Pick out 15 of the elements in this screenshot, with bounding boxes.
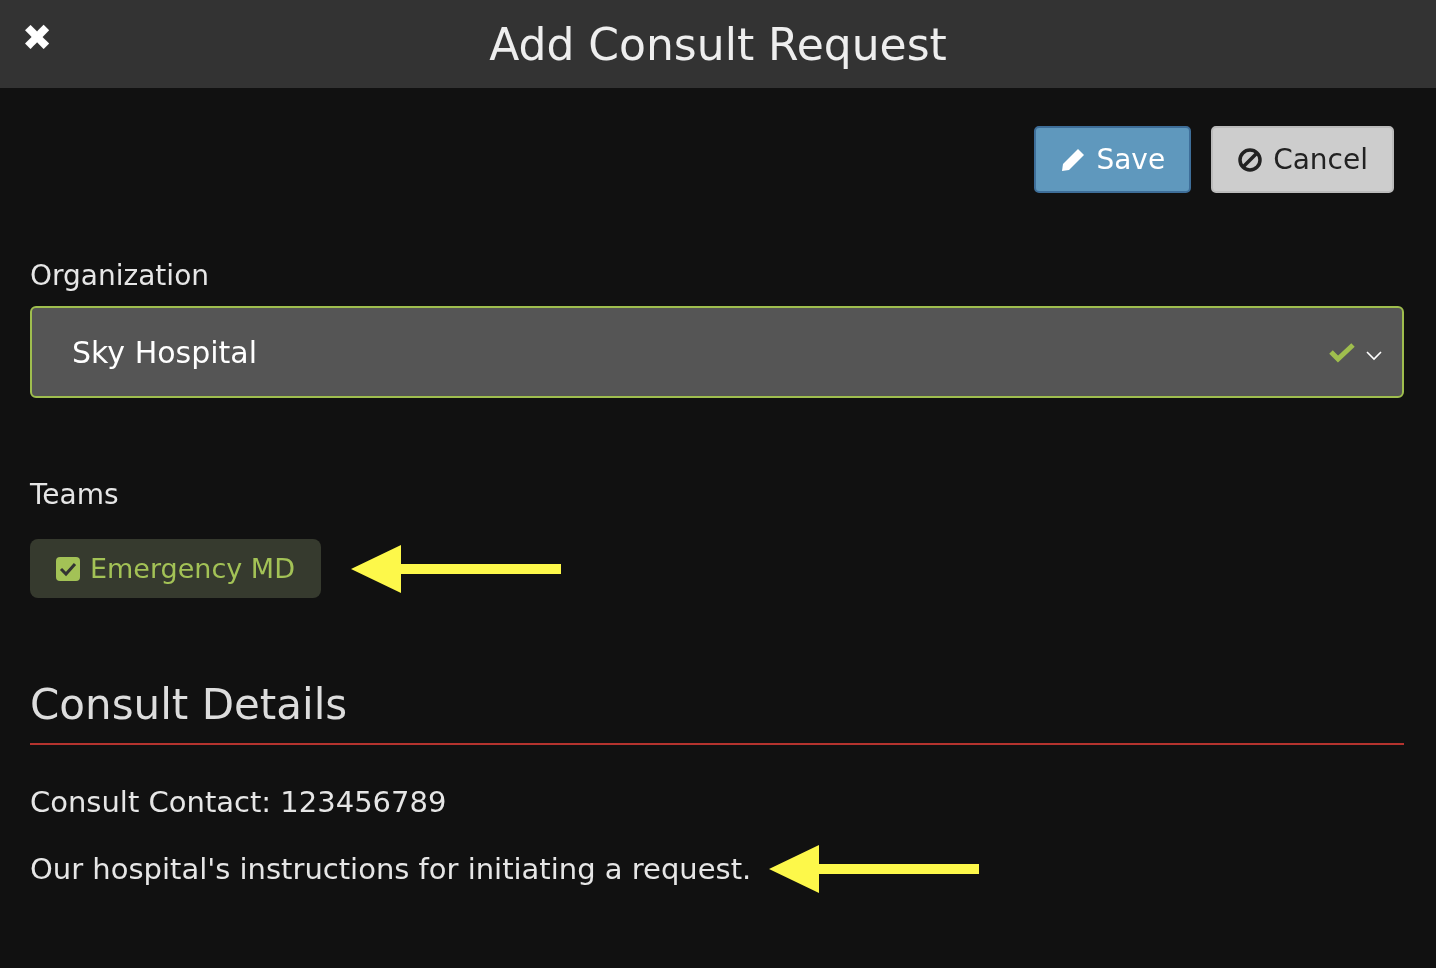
field-label: Teams — [30, 478, 120, 511]
check-icon — [1328, 341, 1356, 363]
ban-icon — [1237, 146, 1264, 173]
cancel-button[interactable]: Cancel — [1211, 126, 1394, 193]
team-toggle[interactable]: Emergency MD — [30, 539, 321, 598]
pencil-icon — [1060, 146, 1087, 173]
close-button[interactable]: ✖ — [22, 20, 53, 56]
contact-text: Consult Contact: 123456789 — [30, 785, 448, 819]
instructions-text: Our hospital's instructions for initiating a request. — [30, 852, 752, 886]
window-title: Add Consult Request — [489, 18, 947, 70]
organization-select[interactable]: Sky Hospital — [30, 306, 1404, 398]
chevron-down-icon — [1366, 351, 1382, 361]
section-heading: Consult Details — [30, 680, 349, 729]
field-label: Organization — [30, 259, 210, 292]
checkbox-icon — [56, 556, 80, 581]
